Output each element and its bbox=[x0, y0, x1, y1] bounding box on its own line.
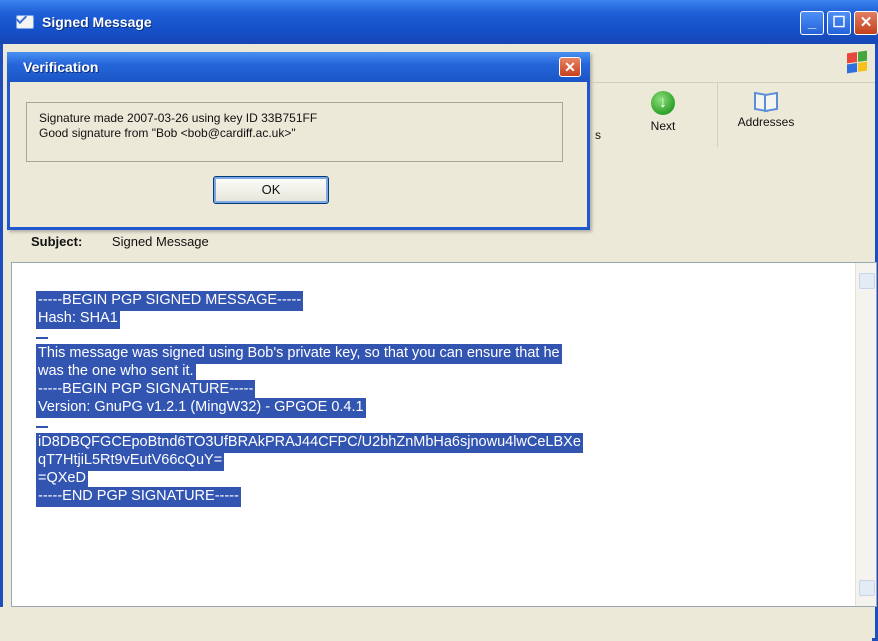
toolbar-buttons: ↓ Next Addresses bbox=[593, 82, 875, 147]
maximize-button[interactable]: ☐ bbox=[827, 11, 851, 35]
next-button[interactable]: ↓ Next bbox=[635, 91, 691, 133]
addresses-button[interactable]: Addresses bbox=[717, 83, 814, 147]
dialog-close-button[interactable]: ✕ bbox=[559, 57, 581, 77]
subject-value: Signed Message bbox=[111, 234, 209, 249]
next-label: Next bbox=[650, 119, 676, 133]
address-book-icon bbox=[754, 91, 778, 111]
subject-key: Subject: bbox=[31, 234, 83, 249]
message-line: -----END PGP SIGNATURE----- bbox=[36, 486, 836, 507]
addresses-label: Addresses bbox=[737, 115, 795, 129]
message-line: -----BEGIN PGP SIGNATURE----- bbox=[36, 379, 836, 400]
signature-info-line: Signature made 2007-03-26 using key ID 3… bbox=[39, 111, 318, 125]
scroll-down-button[interactable] bbox=[859, 580, 875, 596]
message-line: This message was signed using Bob's priv… bbox=[36, 344, 836, 365]
dialog-titlebar[interactable]: Verification bbox=[7, 52, 590, 82]
scroll-up-button[interactable] bbox=[859, 273, 875, 289]
message-line: qT7HtjiL5Rt9vEutV66cQuY= bbox=[36, 451, 836, 471]
message-line: Hash: SHA1 bbox=[36, 308, 836, 329]
message-line-text: Hash: SHA1 bbox=[36, 308, 120, 329]
message-line bbox=[36, 416, 836, 434]
windows-logo-icon bbox=[847, 50, 867, 74]
message-line: iD8DBQFGCEpoBtnd6TO3UfBRAkPRAJ44CFPC/U2b… bbox=[36, 433, 836, 454]
message-line: -----BEGIN PGP SIGNED MESSAGE----- bbox=[36, 291, 836, 311]
good-signature-line: Good signature from "Bob <bob@cardiff.ac… bbox=[39, 126, 296, 140]
close-button[interactable]: ✕ bbox=[854, 11, 878, 35]
subject-row: Subject: Signed Message bbox=[31, 234, 209, 249]
message-line-text bbox=[36, 425, 48, 428]
message-line bbox=[36, 327, 836, 345]
message-line: Version: GnuPG v1.2.1 (MingW32) - GPGOE … bbox=[36, 397, 836, 418]
window-controls: _ ☐ ✕ bbox=[800, 11, 878, 35]
status-strip bbox=[0, 607, 872, 641]
verification-dialog: Verification ✕ Signature made 2007-03-26… bbox=[7, 52, 590, 230]
message-line-text bbox=[36, 336, 48, 339]
main-titlebar[interactable]: Signed Message _ ☐ ✕ bbox=[0, 0, 878, 44]
envelope-icon bbox=[16, 15, 34, 29]
toolbar-partial-label: s bbox=[595, 128, 601, 142]
message-line-text: Version: GnuPG v1.2.1 (MingW32) - GPGOE … bbox=[36, 397, 366, 418]
message-text[interactable]: -----BEGIN PGP SIGNED MESSAGE----- Hash: … bbox=[36, 291, 836, 507]
minimize-button[interactable]: _ bbox=[800, 11, 824, 35]
window-title: Signed Message bbox=[42, 14, 152, 30]
verification-message: Signature made 2007-03-26 using key ID 3… bbox=[26, 102, 563, 162]
message-line: was the one who sent it. bbox=[36, 362, 836, 382]
message-line-text: -----END PGP SIGNATURE----- bbox=[36, 486, 241, 507]
vertical-scrollbar[interactable] bbox=[855, 263, 876, 606]
ok-button[interactable]: OK bbox=[213, 176, 329, 204]
arrow-down-icon: ↓ bbox=[651, 91, 675, 115]
message-body[interactable]: -----BEGIN PGP SIGNED MESSAGE----- Hash: … bbox=[11, 262, 877, 607]
message-line: =QXeD bbox=[36, 468, 836, 489]
